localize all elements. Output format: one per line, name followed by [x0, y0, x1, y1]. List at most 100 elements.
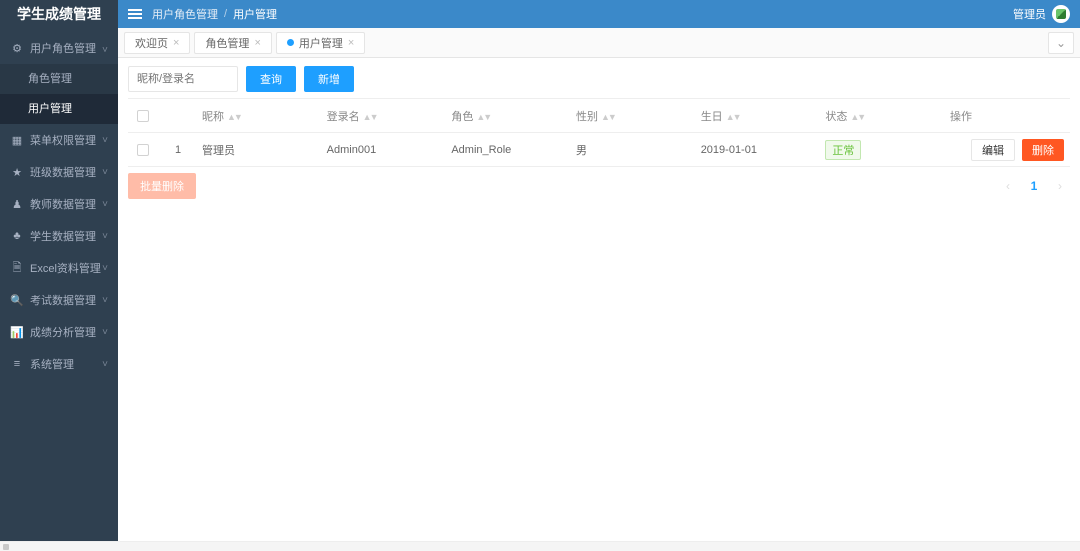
- sort-icon[interactable]: ▲▼: [726, 112, 740, 122]
- edit-button[interactable]: 编辑: [971, 139, 1015, 161]
- sidebar-item-label: Excel资料管理: [30, 260, 102, 276]
- sidebar-item-user-role[interactable]: ⚙ 用户角色管理 ˄: [0, 32, 118, 64]
- sidebar-item-student-data[interactable]: ♣ 学生数据管理 ˅: [0, 220, 118, 252]
- sidebar-item-label: 成绩分析管理: [30, 324, 102, 340]
- cell-role: Admin_Role: [451, 144, 576, 156]
- sidebar-item-excel[interactable]: 🗎 Excel资料管理 ˅: [0, 252, 118, 284]
- sidebar-sub-role-mgmt[interactable]: 角色管理: [0, 64, 118, 94]
- close-icon[interactable]: ×: [254, 37, 260, 49]
- checkbox-row[interactable]: [137, 144, 149, 156]
- sidebar-item-exam-data[interactable]: 🔍 考试数据管理 ˅: [0, 284, 118, 316]
- row-index: 1: [158, 144, 198, 156]
- status-badge: 正常: [825, 140, 861, 160]
- tab-role-mgmt[interactable]: 角色管理 ×: [194, 32, 271, 54]
- sidebar: 学生成绩管理 ⚙ 用户角色管理 ˄ 角色管理 用户管理 ▦ 菜单权限管理 ˅ ★…: [0, 0, 118, 551]
- pager: ‹ 1 ›: [998, 175, 1070, 197]
- club-icon: ♣: [10, 230, 24, 242]
- tab-label: 用户管理: [299, 35, 343, 51]
- th-gender[interactable]: 性别: [576, 111, 598, 123]
- sidebar-item-teacher-data[interactable]: ♟ 教师数据管理 ˅: [0, 188, 118, 220]
- search-input[interactable]: [128, 66, 238, 92]
- sidebar-item-class-data[interactable]: ★ 班级数据管理 ˅: [0, 156, 118, 188]
- chevron-down-icon: ˅: [102, 295, 108, 306]
- cell-nickname: 管理员: [198, 142, 327, 158]
- breadcrumb-sep: /: [224, 8, 227, 20]
- pager-prev[interactable]: ‹: [998, 175, 1018, 197]
- chevron-down-icon: ˅: [102, 231, 108, 242]
- cell-login: Admin001: [327, 144, 452, 156]
- grid-icon: ▦: [10, 134, 24, 147]
- app-title: 学生成绩管理: [0, 0, 118, 28]
- sidebar-item-label: 用户角色管理: [30, 40, 102, 56]
- chevron-down-icon: ˅: [102, 263, 108, 274]
- sidebar-submenu: 角色管理 用户管理: [0, 64, 118, 124]
- sidebar-menu: ⚙ 用户角色管理 ˄ 角色管理 用户管理 ▦ 菜单权限管理 ˅ ★ 班级数据管理…: [0, 28, 118, 380]
- chart-icon: 📊: [10, 326, 24, 339]
- search-button[interactable]: 查询: [246, 66, 296, 92]
- chevron-down-icon: ˅: [102, 199, 108, 210]
- tab-active-dot-icon: [287, 39, 294, 46]
- toolbar: 查询 新增: [128, 66, 1070, 92]
- th-status[interactable]: 状态: [825, 111, 847, 123]
- avatar[interactable]: [1052, 5, 1070, 23]
- file-icon: 🗎: [10, 259, 24, 278]
- tab-label: 欢迎页: [135, 35, 168, 51]
- horizontal-scrollbar[interactable]: [0, 541, 1080, 551]
- chevron-down-icon: ⌄: [1056, 36, 1066, 50]
- cell-birthday: 2019-01-01: [701, 144, 826, 156]
- sidebar-item-label: 班级数据管理: [30, 164, 102, 180]
- close-icon[interactable]: ×: [173, 37, 179, 49]
- delete-button[interactable]: 删除: [1022, 139, 1064, 161]
- close-icon[interactable]: ×: [348, 37, 354, 49]
- sort-icon[interactable]: ▲▼: [227, 112, 241, 122]
- sort-icon[interactable]: ▲▼: [601, 112, 615, 122]
- th-nickname[interactable]: 昵称: [202, 111, 224, 123]
- breadcrumb-group[interactable]: 用户角色管理: [152, 6, 218, 22]
- chevron-down-icon: ˅: [102, 167, 108, 178]
- add-button[interactable]: 新增: [304, 66, 354, 92]
- chevron-up-icon: ˄: [102, 43, 108, 54]
- user-table: 昵称▲▼ 登录名▲▼ 角色▲▼ 性别▲▼ 生日▲▼ 状态▲▼ 操作 1 管理员 …: [128, 98, 1070, 167]
- sort-icon[interactable]: ▲▼: [850, 112, 864, 122]
- tabs-bar: 欢迎页 × 角色管理 × 用户管理 × ⌄: [118, 28, 1080, 58]
- sidebar-item-label: 考试数据管理: [30, 292, 102, 308]
- cell-gender: 男: [576, 142, 701, 158]
- pager-page[interactable]: 1: [1024, 175, 1044, 197]
- tabs-more-button[interactable]: ⌄: [1048, 32, 1074, 54]
- tab-label: 角色管理: [205, 35, 249, 51]
- th-ops: 操作: [950, 111, 972, 123]
- current-user-label[interactable]: 管理员: [1013, 6, 1046, 22]
- tab-user-mgmt[interactable]: 用户管理 ×: [276, 32, 365, 54]
- table-header: 昵称▲▼ 登录名▲▼ 角色▲▼ 性别▲▼ 生日▲▼ 状态▲▼ 操作: [128, 99, 1070, 133]
- breadcrumb-current: 用户管理: [233, 6, 277, 22]
- table-row: 1 管理员 Admin001 Admin_Role 男 2019-01-01 正…: [128, 133, 1070, 167]
- list-icon: ≡: [10, 358, 24, 370]
- hamburger-icon[interactable]: [128, 7, 142, 21]
- sidebar-item-score-analysis[interactable]: 📊 成绩分析管理 ˅: [0, 316, 118, 348]
- gear-icon: ⚙: [10, 42, 24, 55]
- sidebar-item-menu-perm[interactable]: ▦ 菜单权限管理 ˅: [0, 124, 118, 156]
- star-icon: ★: [10, 166, 24, 179]
- chevron-down-icon: ˅: [102, 135, 108, 146]
- search-icon: 🔍: [10, 294, 24, 307]
- chevron-down-icon: ˅: [102, 359, 108, 370]
- content: 查询 新增 昵称▲▼ 登录名▲▼ 角色▲▼ 性别▲▼ 生日▲▼ 状态▲▼ 操作 …: [118, 58, 1080, 541]
- th-birthday[interactable]: 生日: [701, 111, 723, 123]
- th-login[interactable]: 登录名: [327, 111, 360, 123]
- sidebar-item-system[interactable]: ≡ 系统管理 ˅: [0, 348, 118, 380]
- sort-icon[interactable]: ▲▼: [476, 112, 490, 122]
- sidebar-sub-user-mgmt[interactable]: 用户管理: [0, 94, 118, 124]
- pawn-icon: ♟: [10, 198, 24, 211]
- sidebar-item-label: 教师数据管理: [30, 196, 102, 212]
- pager-next[interactable]: ›: [1050, 175, 1070, 197]
- sidebar-item-label: 菜单权限管理: [30, 132, 102, 148]
- header-right: 管理员: [1013, 5, 1070, 23]
- sort-icon[interactable]: ▲▼: [363, 112, 377, 122]
- batch-delete-button[interactable]: 批量删除: [128, 173, 196, 199]
- tab-welcome[interactable]: 欢迎页 ×: [124, 32, 190, 54]
- sidebar-item-label: 学生数据管理: [30, 228, 102, 244]
- table-footer: 批量删除 ‹ 1 ›: [128, 167, 1070, 205]
- checkbox-all[interactable]: [137, 110, 149, 122]
- chevron-down-icon: ˅: [102, 327, 108, 338]
- th-role[interactable]: 角色: [451, 111, 473, 123]
